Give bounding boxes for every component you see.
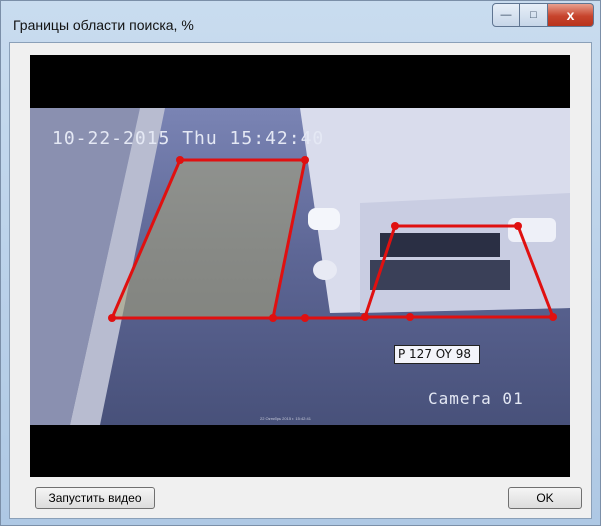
search-zone-right[interactable] [362, 224, 556, 319]
window-title: Границы области поиска, % [13, 17, 194, 33]
close-icon: x [566, 7, 575, 23]
minimize-button[interactable]: — [492, 3, 520, 27]
search-zone-left[interactable] [109, 158, 307, 320]
maximize-icon: □ [530, 9, 537, 21]
search-zones [108, 156, 557, 322]
zone-handle[interactable] [406, 313, 414, 321]
zone-handle[interactable] [301, 314, 309, 322]
zone-handle[interactable] [108, 314, 116, 322]
zone-handle[interactable] [269, 314, 277, 322]
zone-handle[interactable] [301, 156, 309, 164]
dialog-window: Границы области поиска, % — □ x 10-22-20… [0, 0, 601, 526]
zone-handle[interactable] [176, 156, 184, 164]
window-controls: — □ x [492, 3, 594, 27]
video-preview: 10-22-2015 Thu 15:42:40 P 127 OY 98 Came… [30, 55, 570, 477]
close-button[interactable]: x [548, 3, 594, 27]
start-video-button[interactable]: Запустить видео [35, 487, 155, 509]
minimize-icon: — [500, 9, 512, 21]
zone-handle[interactable] [549, 313, 557, 321]
zone-handle[interactable] [361, 313, 369, 321]
zone-handle[interactable] [514, 222, 522, 230]
dialog-content: 10-22-2015 Thu 15:42:40 P 127 OY 98 Came… [9, 42, 592, 519]
maximize-button[interactable]: □ [520, 3, 548, 27]
ok-button[interactable]: OK [508, 487, 582, 509]
zone-handle[interactable] [391, 222, 399, 230]
camera-frame: 10-22-2015 Thu 15:42:40 P 127 OY 98 Came… [30, 108, 570, 425]
title-bar[interactable]: Границы области поиска, % — □ x [1, 1, 600, 41]
